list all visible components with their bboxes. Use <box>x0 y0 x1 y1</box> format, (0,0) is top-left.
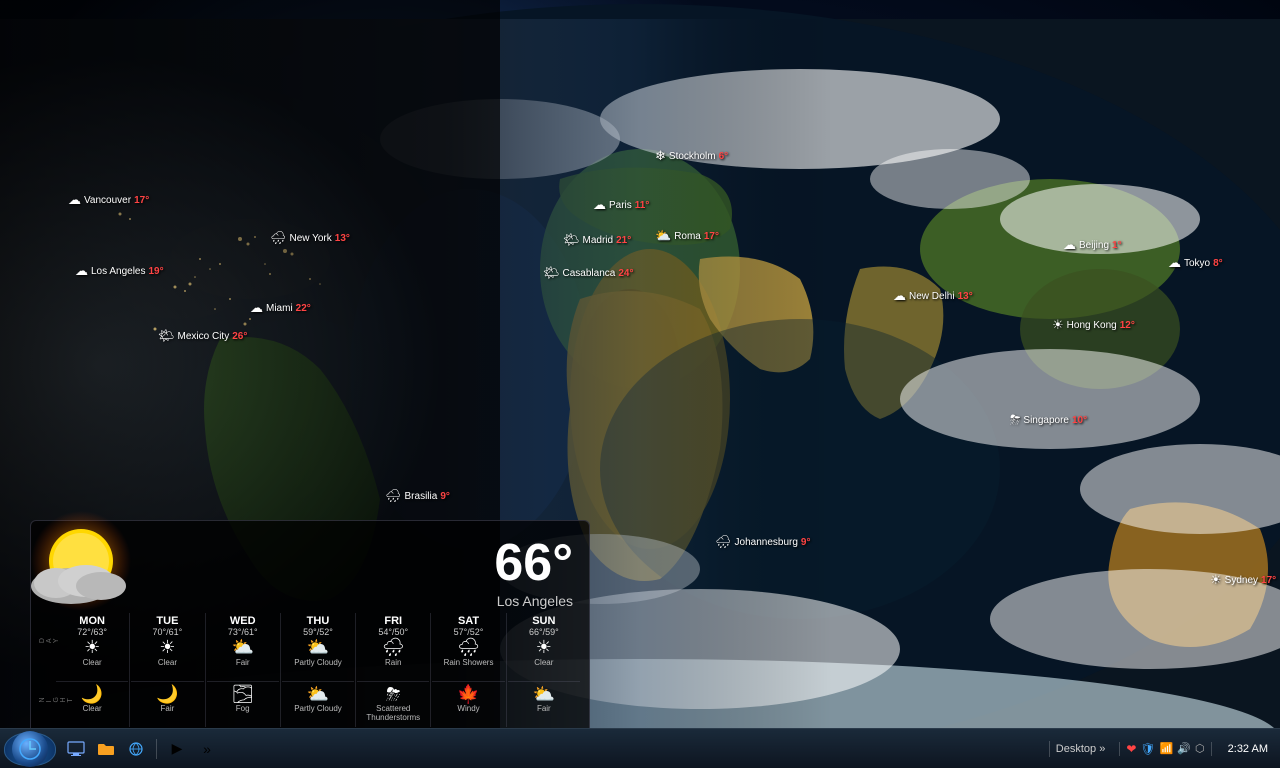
forecast-night-icon: 🍁 <box>457 684 479 706</box>
forecast-day-condition: Fair <box>236 659 250 679</box>
forecast-col-fri: FRI 54°/50° 🌧 Rain ⛈ Scattered Thunderst… <box>356 613 431 727</box>
forecast-day-condition: Clear <box>83 659 102 679</box>
forecast-night-condition: Fair <box>537 705 551 725</box>
forecast-day-name: MON <box>79 615 105 627</box>
forecast-temp: 72°/63° <box>77 627 107 637</box>
forecast-day-icon: 🌧 <box>382 637 405 659</box>
forecast-day-condition: Clear <box>158 659 177 679</box>
forecast-col-thu: THU 59°/52° ⛅ Partly Cloudy ⛅ Partly Clo… <box>281 613 356 727</box>
forecast-day-condition: Rain Showers <box>444 659 494 679</box>
forecast-night-icon: 🌙 <box>81 684 103 706</box>
forecast-temp: 59°/52° <box>303 627 333 637</box>
city-label-singapore: ⛈Singapore10° <box>1010 412 1087 428</box>
forecast-night-icon: 🌫 <box>231 684 254 706</box>
forecast-day-icon: ☀ <box>159 637 175 659</box>
forecast-night-icon: ⛅ <box>307 684 329 706</box>
desktop-button[interactable]: Desktop » <box>1049 741 1112 757</box>
forecast-day-name: FRI <box>384 615 402 627</box>
taskbar-quick-launch: ▶ » <box>62 735 221 763</box>
taskbar-icon-more[interactable]: » <box>193 735 221 763</box>
forecast-day-icon: ⛅ <box>231 637 253 659</box>
forecast-temp: 70°/61° <box>153 627 183 637</box>
taskbar-icon-folder[interactable] <box>92 735 120 763</box>
forecast-temp: 57°/52° <box>454 627 484 637</box>
forecast-col-sat: SAT 57°/52° 🌧 Rain Showers 🍁 Windy <box>431 613 506 727</box>
taskbar-icon-desktop[interactable] <box>62 735 90 763</box>
forecast-night-condition: Clear <box>83 705 102 725</box>
city-label-roma: ⛅Roma17° <box>655 228 719 244</box>
city-label-new-delhi: ☁New Delhi13° <box>893 288 973 304</box>
forecast-day-condition: Clear <box>534 659 553 679</box>
city-label-sydney: ☀Sydney17° <box>1210 572 1276 588</box>
forecast-day-condition: Rain <box>385 659 401 679</box>
sys-tray: ❤ 🛡 📶 🔊 ⬡ <box>1119 742 1211 756</box>
city-label-mexico-city: 🌤Mexico City26° <box>158 328 247 344</box>
sys-icon-volume[interactable]: 🔊 <box>1177 742 1191 755</box>
forecast-night-icon: ⛅ <box>533 684 555 706</box>
night-label: NIGHT <box>39 696 55 702</box>
city-label-stockholm: ❄Stockholm6° <box>655 148 728 164</box>
forecast-day-name: THU <box>307 615 330 627</box>
taskbar: ▶ » Desktop » ❤ 🛡 📶 🔊 ⬡ 2:32 AM <box>0 728 1280 768</box>
forecast-day-icon: ☀ <box>536 637 552 659</box>
taskbar-right: Desktop » ❤ 🛡 📶 🔊 ⬡ 2:32 AM <box>1049 741 1276 757</box>
start-orb <box>12 731 48 767</box>
city-label-tokyo: ☁Tokyo8° <box>1168 255 1223 271</box>
forecast-night-icon: ⛈ <box>386 684 400 706</box>
city-label-beijing: ☁Beijing1° <box>1063 237 1122 253</box>
city-name: Los Angeles <box>494 593 573 609</box>
forecast-day-icon: 🌧 <box>457 637 480 659</box>
city-label-brasilia: 🌧Brasilia9° <box>385 488 450 504</box>
city-label-johannesburg: 🌧Johannesburg9° <box>715 534 810 550</box>
start-button[interactable] <box>4 732 56 766</box>
forecast-col-wed: WED 73°/61° ⛅ Fair 🌫 Fog <box>206 613 281 727</box>
forecast-day-name: SAT <box>458 615 479 627</box>
taskbar-icon-browser[interactable] <box>122 735 150 763</box>
forecast-day-icon: ⛅ <box>307 637 329 659</box>
forecast-day-condition: Partly Cloudy <box>294 659 342 679</box>
city-label-hong-kong: ☀Hong Kong12° <box>1052 317 1135 333</box>
city-label-new-york: 🌧New York13° <box>270 230 350 246</box>
weather-widget: 66° Los Angeles DAY NIGHT MON 72°/63° ☀ … <box>30 520 590 736</box>
city-label-los-angeles: ☁Los Angeles19° <box>75 263 164 279</box>
forecast-col-tue: TUE 70°/61° ☀ Clear 🌙 Fair <box>130 613 205 727</box>
forecast-night-condition: Partly Cloudy <box>294 705 342 725</box>
forecast-temp: 73°/61° <box>228 627 258 637</box>
forecast-temp: 66°/59° <box>529 627 559 637</box>
current-temp: 66° <box>494 533 573 593</box>
forecast-col-mon: MON 72°/63° ☀ Clear 🌙 Clear <box>55 613 130 727</box>
forecast-night-condition: Fog <box>236 705 250 725</box>
taskbar-separator <box>156 739 157 759</box>
sys-icon-security[interactable]: ❤ <box>1126 742 1136 756</box>
forecast-day-icon: ☀ <box>84 637 100 659</box>
forecast-col-sun: SUN 66°/59° ☀ Clear ⛅ Fair <box>507 613 581 727</box>
forecast-night-condition: Scattered Thunderstorms <box>357 705 429 725</box>
sys-icon-network[interactable]: 📶 <box>1160 742 1174 755</box>
forecast-day-name: WED <box>230 615 256 627</box>
city-label-paris: ☁Paris11° <box>593 197 649 213</box>
day-label: DAY <box>39 637 55 643</box>
city-label-casablanca: 🌤Casablanca24° <box>543 265 633 281</box>
forecast-night-condition: Fair <box>161 705 175 725</box>
forecast-day-name: SUN <box>532 615 555 627</box>
city-label-vancouver: ☁Vancouver17° <box>68 192 149 208</box>
sys-icon-shield[interactable]: 🛡 <box>1140 742 1155 756</box>
city-label-miami: ☁Miami22° <box>250 300 311 316</box>
forecast-day-name: TUE <box>156 615 178 627</box>
forecast-temp: 54°/50° <box>378 627 408 637</box>
taskbar-icon-media[interactable]: ▶ <box>163 735 191 763</box>
forecast-night-condition: Windy <box>457 705 479 725</box>
city-label-madrid: 🌤Madrid21° <box>563 232 631 248</box>
forecast-night-icon: 🌙 <box>156 684 178 706</box>
clock: 2:32 AM <box>1220 743 1276 755</box>
sys-icon-display[interactable]: ⬡ <box>1195 742 1205 755</box>
widget-header: 66° Los Angeles <box>39 529 581 613</box>
